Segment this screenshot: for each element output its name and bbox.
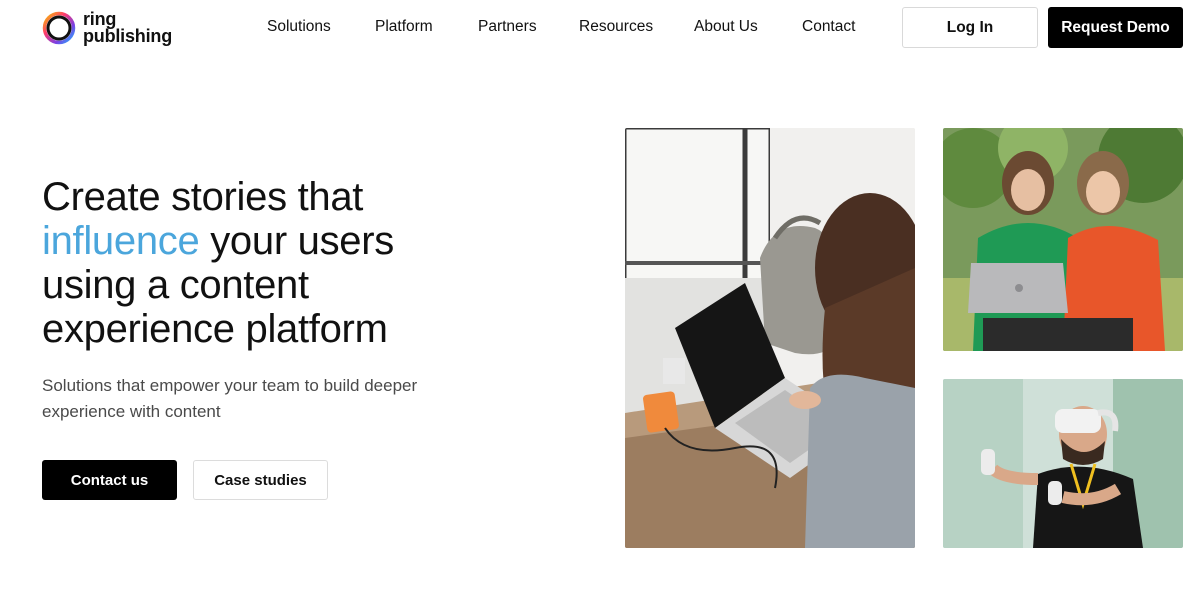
request-demo-button[interactable]: Request Demo [1048, 7, 1183, 48]
nav-item-about-us[interactable]: About Us [694, 18, 758, 36]
hero-title-line-3: using a content [42, 263, 309, 307]
woman-laptop-illustration [625, 128, 915, 548]
vr-man-illustration [943, 379, 1183, 548]
hero-title: Create stories that influence your users… [42, 175, 512, 351]
nav-item-contact[interactable]: Contact [802, 18, 855, 36]
nav-item-solutions[interactable]: Solutions [267, 18, 331, 36]
nav-item-platform[interactable]: Platform [375, 18, 433, 36]
contact-us-button[interactable]: Contact us [42, 460, 177, 500]
case-studies-button[interactable]: Case studies [193, 460, 328, 500]
photo-woman-laptop [625, 128, 915, 548]
two-women-illustration [943, 128, 1183, 351]
hero-title-line-4: experience platform [42, 307, 388, 351]
hero-title-line-1: Create stories that [42, 175, 364, 219]
hero-title-accent: influence [42, 219, 200, 263]
photo-man-vr-headset [943, 379, 1183, 548]
nav-item-resources[interactable]: Resources [579, 18, 653, 36]
nav-item-partners[interactable]: Partners [478, 18, 537, 36]
hero-subtitle: Solutions that empower your team to buil… [42, 376, 418, 421]
photo-two-women-laptop [943, 128, 1183, 351]
hero-title-line-2-rest: your users [199, 219, 394, 263]
main-nav: Solutions Platform Partners Resources Ab… [0, 0, 900, 56]
log-in-button[interactable]: Log In [902, 7, 1038, 48]
site-header: ring publishing Solutions Platform Partn… [0, 0, 1200, 56]
